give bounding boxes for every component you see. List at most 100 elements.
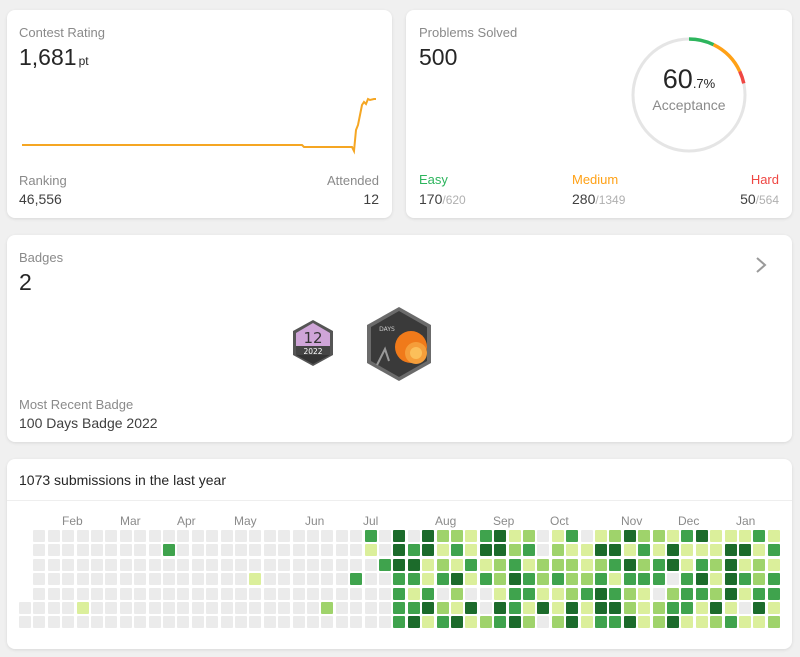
heatmap-cell[interactable] (407, 573, 420, 586)
heatmap-cell[interactable] (177, 573, 190, 586)
heatmap-cell[interactable] (580, 573, 593, 586)
heatmap-cell[interactable] (537, 530, 550, 542)
heatmap-cell[interactable] (422, 616, 435, 629)
heatmap-cell[interactable] (451, 544, 463, 557)
heatmap-cell[interactable] (523, 530, 535, 542)
heatmap-cell[interactable] (537, 558, 550, 571)
heatmap-cell[interactable] (76, 587, 89, 600)
heatmap-cell[interactable] (321, 530, 334, 542)
heatmap-cell[interactable] (335, 544, 348, 557)
heatmap-cell[interactable] (105, 573, 118, 586)
heatmap-cell[interactable] (33, 573, 46, 586)
heatmap-cell[interactable] (321, 616, 334, 629)
heatmap-cell[interactable] (508, 573, 521, 586)
heatmap-cell[interactable] (422, 544, 435, 557)
heatmap-cell[interactable] (148, 616, 161, 629)
heatmap-cell[interactable] (638, 530, 651, 542)
100-days-badge-icon[interactable]: DAYS (363, 305, 435, 383)
heatmap-cell[interactable] (292, 558, 305, 571)
heatmap-cell[interactable] (695, 573, 708, 586)
heatmap-cell[interactable] (724, 558, 737, 571)
heatmap-cell[interactable] (220, 616, 233, 629)
heatmap-cell[interactable] (523, 573, 535, 586)
heatmap-cell[interactable] (76, 530, 89, 542)
heatmap-cell[interactable] (508, 530, 521, 542)
heatmap-cell[interactable] (407, 544, 420, 557)
heatmap-cell[interactable] (407, 602, 420, 614)
heatmap-cell[interactable] (465, 573, 478, 586)
heatmap-cell[interactable] (710, 602, 723, 614)
heatmap-cell[interactable] (609, 587, 622, 600)
heatmap-cell[interactable] (652, 530, 665, 542)
heatmap-cell[interactable] (638, 573, 651, 586)
heatmap-cell[interactable] (62, 573, 75, 586)
heatmap-cell[interactable] (307, 616, 319, 629)
heatmap-cell[interactable] (595, 616, 607, 629)
heatmap-cell[interactable] (278, 558, 291, 571)
heatmap-cell[interactable] (220, 530, 233, 542)
heatmap-cell[interactable] (465, 616, 478, 629)
heatmap-cell[interactable] (91, 544, 103, 557)
heatmap-cell[interactable] (335, 616, 348, 629)
heatmap-cell[interactable] (105, 544, 118, 557)
heatmap-cell[interactable] (249, 587, 262, 600)
heatmap-cell[interactable] (307, 602, 319, 614)
heatmap-cell[interactable] (551, 558, 564, 571)
heatmap-cell[interactable] (19, 616, 31, 629)
heatmap-cell[interactable] (609, 573, 622, 586)
heatmap-cell[interactable] (508, 544, 521, 557)
heatmap-cell[interactable] (508, 616, 521, 629)
heatmap-cell[interactable] (220, 573, 233, 586)
heatmap-cell[interactable] (292, 587, 305, 600)
heatmap-cell[interactable] (695, 616, 708, 629)
heatmap-cell[interactable] (566, 573, 579, 586)
heatmap-cell[interactable] (479, 616, 492, 629)
heatmap-cell[interactable] (451, 616, 463, 629)
heatmap-cell[interactable] (724, 602, 737, 614)
heatmap-cell[interactable] (436, 616, 449, 629)
heatmap-cell[interactable] (220, 544, 233, 557)
heatmap-cell[interactable] (739, 602, 751, 614)
heatmap-cell[interactable] (436, 544, 449, 557)
heatmap-cell[interactable] (191, 544, 204, 557)
heatmap-cell[interactable] (350, 530, 363, 542)
heatmap-cell[interactable] (263, 616, 276, 629)
heatmap-cell[interactable] (76, 558, 89, 571)
heatmap-cell[interactable] (465, 558, 478, 571)
heatmap-cell[interactable] (623, 616, 636, 629)
heatmap-cell[interactable] (436, 587, 449, 600)
heatmap-cell[interactable] (695, 602, 708, 614)
heatmap-cell[interactable] (91, 587, 103, 600)
heatmap-cell[interactable] (595, 587, 607, 600)
heatmap-cell[interactable] (148, 530, 161, 542)
heatmap-cell[interactable] (710, 587, 723, 600)
acceptance-ring[interactable] (630, 36, 748, 154)
heatmap-cell[interactable] (91, 602, 103, 614)
heatmap-cell[interactable] (105, 530, 118, 542)
heatmap-cell[interactable] (537, 587, 550, 600)
heatmap-cell[interactable] (739, 530, 751, 542)
heatmap-cell[interactable] (767, 558, 780, 571)
heatmap-cell[interactable] (163, 587, 175, 600)
heatmap-cell[interactable] (62, 602, 75, 614)
heatmap-cell[interactable] (321, 544, 334, 557)
heatmap-cell[interactable] (177, 558, 190, 571)
heatmap-cell[interactable] (278, 616, 291, 629)
heatmap-cell[interactable] (479, 573, 492, 586)
heatmap-cell[interactable] (148, 544, 161, 557)
heatmap-cell[interactable] (321, 602, 334, 614)
heatmap-cell[interactable] (465, 587, 478, 600)
heatmap-cell[interactable] (33, 616, 46, 629)
heatmap-cell[interactable] (235, 573, 247, 586)
heatmap-cell[interactable] (278, 530, 291, 542)
heatmap-cell[interactable] (235, 558, 247, 571)
heatmap-cell[interactable] (494, 544, 507, 557)
heatmap-cell[interactable] (134, 530, 147, 542)
heatmap-cell[interactable] (47, 573, 60, 586)
heatmap-cell[interactable] (62, 530, 75, 542)
heatmap-cell[interactable] (695, 558, 708, 571)
heatmap-cell[interactable] (537, 616, 550, 629)
heatmap-cell[interactable] (379, 602, 391, 614)
heatmap-cell[interactable] (76, 616, 89, 629)
heatmap-cell[interactable] (494, 530, 507, 542)
